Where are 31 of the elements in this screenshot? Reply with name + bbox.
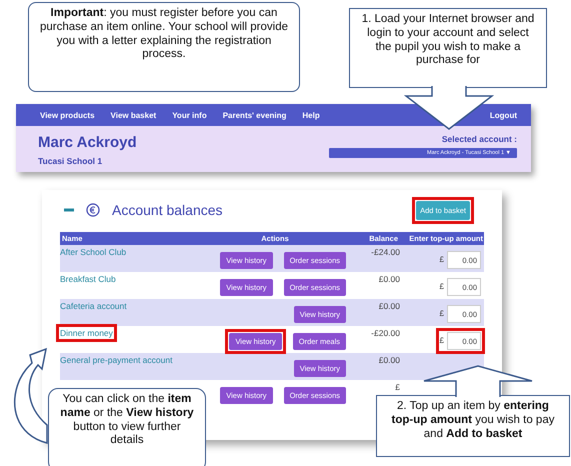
callout: You can click on the item name or the View history button to view further details (48, 388, 206, 466)
nav-link[interactable]: Help (302, 110, 320, 120)
collapse-icon[interactable] (64, 208, 74, 212)
balance-cell: -£20.00 (371, 328, 400, 338)
currency-label: £ (440, 309, 444, 318)
currency-label: £ (440, 282, 444, 291)
callout: 2. Top up an item by entering top-up amount you wish to pay and Add to basket (376, 395, 570, 457)
euro-icon (86, 203, 100, 217)
balance-cell: £0.00 (378, 274, 400, 284)
callout: 1. Load your Internet browser and login to your account and select the pupil you wish to make a purchase for (349, 8, 547, 88)
nav-link[interactable]: Parents' evening (222, 110, 286, 120)
selected-account-label: Selected account : (442, 134, 517, 144)
currency-label: £ (440, 255, 444, 264)
logout-link[interactable]: Logout (490, 110, 517, 120)
pupil-name: Marc Ackroyd (38, 134, 137, 151)
callout: Important: you must register before you can purchase an item online. Your school will provide you with a letter explaining the registration process. (28, 2, 300, 92)
nav-link[interactable]: View products (40, 110, 95, 120)
balance-cell: £ (395, 382, 400, 392)
balance-cell: £0.00 (378, 301, 400, 311)
account-link[interactable]: Breakfast Club (60, 274, 116, 284)
currency-label: £ (440, 336, 444, 345)
account-link[interactable]: Dinner money (60, 328, 113, 338)
account-link[interactable]: General pre-payment account (60, 355, 172, 365)
balance-cell: -£24.00 (371, 247, 400, 257)
nav-link[interactable]: View basket (110, 110, 156, 120)
balance-cell: £0.00 (378, 355, 400, 365)
account-link[interactable]: Cafeteria account (60, 301, 127, 311)
account-link[interactable]: After School Club (60, 247, 126, 257)
nav-link[interactable]: Your info (172, 110, 207, 120)
school-name: Tucasi School 1 (38, 156, 104, 166)
section-title: Account balances (112, 202, 223, 218)
